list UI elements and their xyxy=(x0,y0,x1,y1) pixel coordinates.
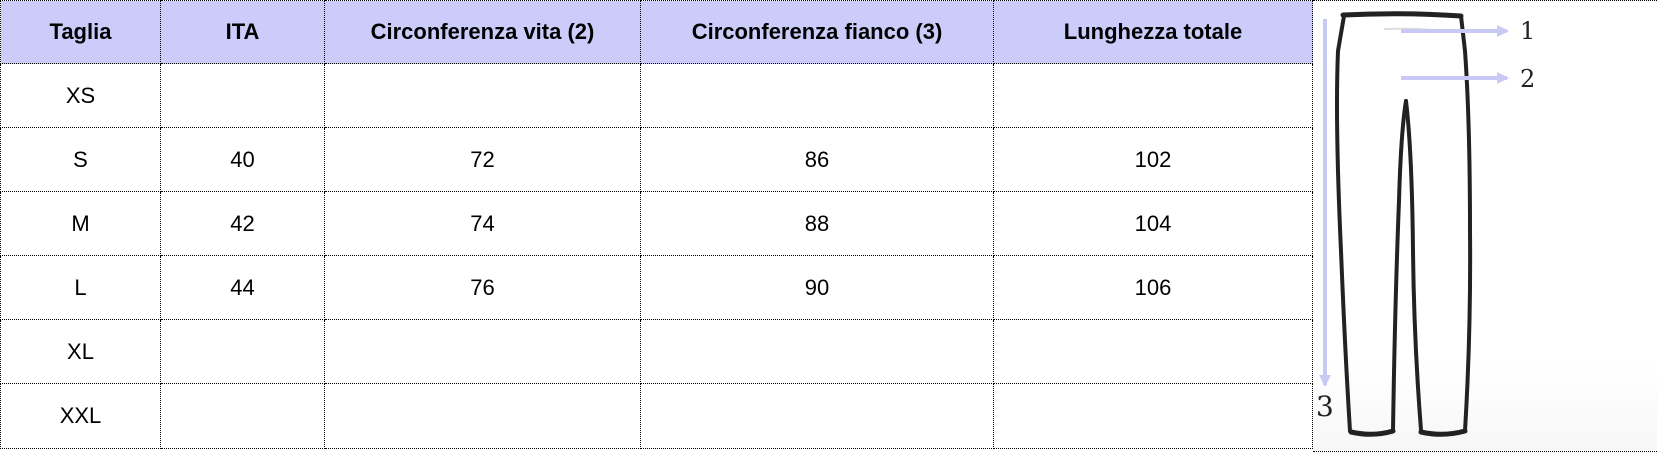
label-three: 3 xyxy=(1316,390,1334,423)
cell-fianco xyxy=(640,63,994,128)
cell-fianco: 88 xyxy=(640,191,994,256)
label-one: 1 xyxy=(1520,17,1535,45)
trousers-measurement-icon: 1 2 3 xyxy=(1316,11,1535,437)
cell-lunghezza: 106 xyxy=(993,255,1313,320)
right-inner-seam xyxy=(1404,99,1423,432)
left-inner-seam xyxy=(1391,99,1408,432)
size-table: Taglia ITA Circonferenza vita (2) Circon… xyxy=(0,0,1313,449)
cell-size: S xyxy=(0,127,161,192)
cell-vita: 76 xyxy=(324,255,641,320)
cell-ita xyxy=(160,383,325,449)
left-hem xyxy=(1348,428,1396,437)
header-taglia: Taglia xyxy=(0,0,161,64)
label-two: 2 xyxy=(1520,65,1535,93)
table-row: S 40 72 86 102 xyxy=(0,127,1313,192)
cell-size: XL xyxy=(0,319,161,384)
table-row: XS xyxy=(0,63,1313,128)
cell-fianco: 86 xyxy=(640,127,994,192)
size-guide: Taglia ITA Circonferenza vita (2) Circon… xyxy=(0,0,1657,452)
cell-lunghezza xyxy=(993,63,1313,128)
cell-vita: 72 xyxy=(324,127,641,192)
cell-vita: 74 xyxy=(324,191,641,256)
header-circonferenza-fianco: Circonferenza fianco (3) xyxy=(640,0,994,64)
cell-lunghezza xyxy=(993,319,1313,384)
cell-ita: 42 xyxy=(160,191,325,256)
header-ita: ITA xyxy=(160,0,325,64)
waistband xyxy=(1340,11,1464,19)
header-lunghezza-totale: Lunghezza totale xyxy=(993,0,1313,64)
cell-ita xyxy=(160,319,325,384)
cell-ita: 40 xyxy=(160,127,325,192)
cell-lunghezza: 104 xyxy=(993,191,1313,256)
cell-fianco: 90 xyxy=(640,255,994,320)
cell-vita xyxy=(324,63,641,128)
cell-lunghezza: 102 xyxy=(993,127,1313,192)
cell-ita: 44 xyxy=(160,255,325,320)
left-outer-seam xyxy=(1335,14,1352,433)
cell-vita xyxy=(324,319,641,384)
cell-fianco xyxy=(640,383,994,449)
table-row: M 42 74 88 104 xyxy=(0,191,1313,256)
trousers-measurement-diagram: 1 2 3 xyxy=(1313,0,1657,452)
cell-size: L xyxy=(0,255,161,320)
cell-ita xyxy=(160,63,325,128)
cell-size: XXL xyxy=(0,383,161,449)
header-circonferenza-vita: Circonferenza vita (2) xyxy=(324,0,641,64)
cell-lunghezza xyxy=(993,383,1313,449)
table-row: XXL xyxy=(0,383,1313,449)
cell-size: XS xyxy=(0,63,161,128)
cell-fianco xyxy=(640,319,994,384)
cell-size: M xyxy=(0,191,161,256)
right-hem xyxy=(1418,428,1468,437)
table-header-row: Taglia ITA Circonferenza vita (2) Circon… xyxy=(0,0,1313,64)
cell-vita xyxy=(324,383,641,449)
table-row: L 44 76 90 106 xyxy=(0,255,1313,320)
table-row: XL xyxy=(0,319,1313,384)
